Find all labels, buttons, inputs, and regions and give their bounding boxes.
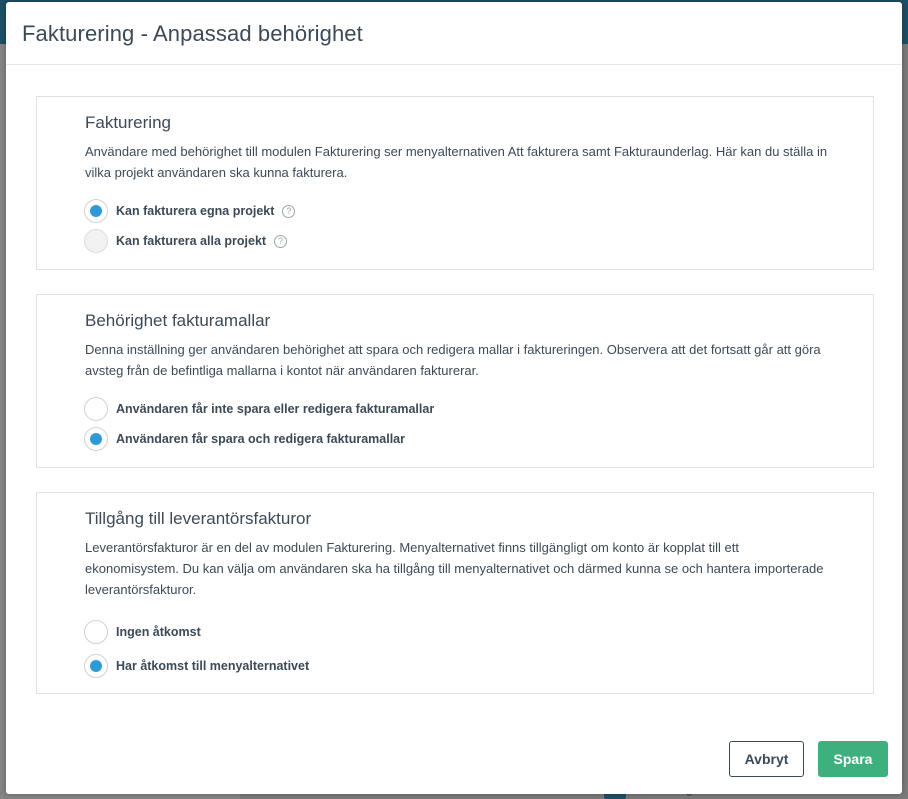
cancel-button[interactable]: Avbryt	[729, 741, 804, 777]
radio-own-projects[interactable]	[84, 199, 108, 223]
section-title: Tillgång till leverantörsfakturor	[85, 509, 312, 528]
option-label: Kan fakturera alla projekt	[116, 234, 267, 248]
question-icon[interactable]: ?	[274, 234, 288, 248]
section-title: Fakturering	[85, 113, 171, 132]
section-supplier-invoices: Tillgång till leverantörsfakturor Levera…	[36, 492, 874, 694]
option-template-edit[interactable]: Användaren får spara och redigera faktur…	[84, 424, 873, 454]
dialog-header: Fakturering - Anpassad behörighet	[6, 2, 902, 65]
dialog-title: Fakturering - Anpassad behörighet	[22, 21, 363, 46]
radio-menu-access[interactable]	[84, 654, 108, 678]
option-no-template-edit[interactable]: Användaren får inte spara eller redigera…	[84, 394, 873, 424]
radio-no-access[interactable]	[84, 620, 108, 644]
section-title: Behörighet fakturamallar	[85, 311, 271, 330]
option-label: Har åtkomst till menyalternativet	[116, 659, 310, 673]
section-invoice-templates: Behörighet fakturamallar Denna inställni…	[36, 294, 874, 468]
save-button[interactable]: Spara	[818, 741, 888, 777]
option-menu-access[interactable]: Har åtkomst till menyalternativet	[84, 649, 873, 683]
question-icon[interactable]: ?	[282, 204, 296, 218]
section-description: Denna inställning ger användaren behörig…	[85, 342, 821, 378]
radio-group-supplier-invoices: Ingen åtkomst Har åtkomst till menyalter…	[84, 615, 873, 683]
option-own-projects[interactable]: Kan fakturera egna projekt ?	[84, 196, 873, 226]
option-label: Användaren får spara och redigera faktur…	[116, 432, 406, 446]
radio-group-templates: Användaren får inte spara eller redigera…	[84, 394, 873, 454]
option-no-access[interactable]: Ingen åtkomst	[84, 615, 873, 649]
radio-all-projects[interactable]	[84, 229, 108, 253]
radio-group-invoicing: Kan fakturera egna projekt ? Kan fakture…	[84, 196, 873, 256]
section-description: Användare med behörighet till modulen Fa…	[85, 144, 828, 180]
option-label: Kan fakturera egna projekt	[116, 204, 275, 218]
option-label: Ingen åtkomst	[116, 625, 201, 639]
radio-template-edit[interactable]	[84, 427, 108, 451]
option-label: Användaren får inte spara eller redigera…	[116, 402, 435, 416]
section-invoicing: Fakturering Användare med behörighet til…	[36, 96, 874, 270]
radio-no-template-edit[interactable]	[84, 397, 108, 421]
permission-dialog: Fakturering - Anpassad behörighet Faktur…	[6, 2, 902, 794]
option-all-projects[interactable]: Kan fakturera alla projekt ?	[84, 226, 873, 256]
section-description: Leverantörsfakturor är en del av modulen…	[85, 540, 824, 597]
